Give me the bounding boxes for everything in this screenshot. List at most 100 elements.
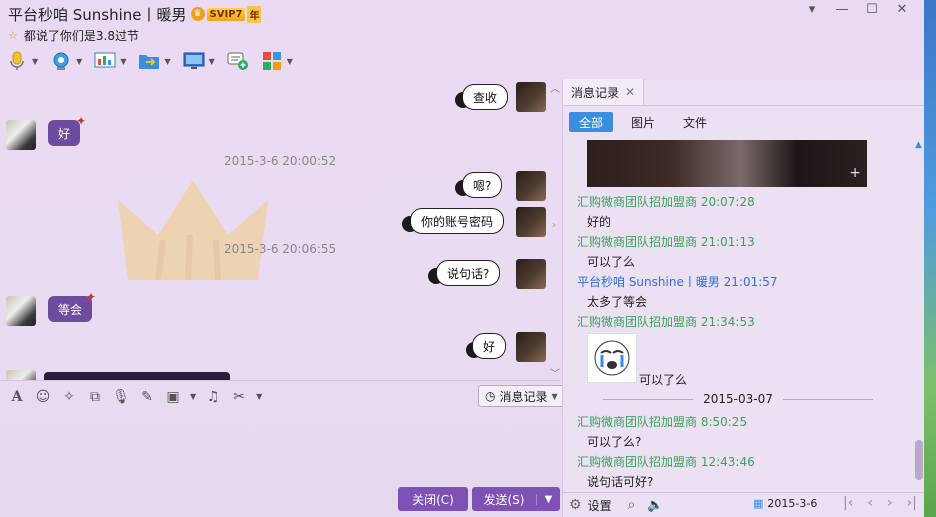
filter-images[interactable]: 图片 bbox=[621, 112, 665, 132]
first-page-icon[interactable]: |‹ bbox=[843, 495, 853, 511]
prev-page-icon[interactable]: ‹ bbox=[867, 495, 873, 511]
chevron-down-icon: ▼ bbox=[551, 391, 558, 401]
window-controls: ▾ — ☐ ✕ bbox=[804, 2, 910, 17]
message-bubble-outgoing[interactable]: 好 bbox=[472, 333, 507, 359]
send-options-icon[interactable]: ▼ bbox=[536, 493, 560, 505]
desktop-background bbox=[924, 0, 936, 517]
avatar[interactable] bbox=[516, 259, 546, 289]
message-bubble-incoming[interactable] bbox=[44, 372, 230, 380]
date-label: 2015-03-07 bbox=[703, 392, 773, 406]
message-input[interactable] bbox=[0, 412, 560, 486]
collapse-panel-icon[interactable]: › bbox=[552, 220, 560, 238]
avatar[interactable] bbox=[516, 82, 546, 112]
maximize-icon[interactable]: ☐ bbox=[864, 2, 880, 17]
history-tabbar: 消息记录 ✕ bbox=[563, 79, 924, 106]
avatar[interactable] bbox=[516, 171, 546, 201]
message-bubble-outgoing[interactable]: 查收 bbox=[462, 84, 509, 110]
send-label: 发送(S) bbox=[483, 492, 525, 507]
history-text: 说句话可好? bbox=[587, 475, 654, 489]
search-icon[interactable]: ⌕ bbox=[628, 497, 636, 513]
edit-icon[interactable]: ✎ bbox=[138, 388, 156, 406]
history-date-picker[interactable]: ▦ 2015-3-6 bbox=[753, 497, 817, 510]
history-sticker[interactable] bbox=[587, 333, 637, 383]
calendar-icon: ▦ bbox=[753, 497, 764, 510]
message-list[interactable]: 查收 好 ✦ 2015-3-6 20:00:52 嗯? 你的账号密码 2015-… bbox=[0, 80, 560, 380]
history-sender: 汇购微商团队招加盟商 20:07:28 bbox=[577, 195, 755, 209]
zoom-in-icon[interactable]: + bbox=[849, 165, 861, 181]
svip-badge[interactable]: ♛ SVIP7 年 bbox=[190, 5, 262, 23]
scroll-up-icon[interactable]: ▲ bbox=[915, 140, 922, 150]
close-icon[interactable]: ✕ bbox=[625, 85, 635, 99]
message-timestamp: 2015-3-6 20:00:52 bbox=[224, 154, 337, 168]
avatar[interactable] bbox=[6, 370, 36, 380]
history-filter: 全部 图片 文件 bbox=[569, 112, 717, 132]
remote-desktop-button[interactable]: ▼ bbox=[183, 49, 215, 73]
screenshot-icon[interactable]: ✂ bbox=[230, 388, 248, 406]
chevron-down-icon[interactable]: ▼ bbox=[256, 392, 262, 401]
chevron-down-icon: ▼ bbox=[208, 56, 215, 66]
rocket-icon: ✦ bbox=[86, 290, 97, 304]
rocket-icon: ✦ bbox=[76, 114, 87, 128]
divider-line bbox=[603, 398, 694, 400]
message-bubble-outgoing[interactable]: 嗯? bbox=[462, 172, 503, 198]
chat-window: 平台秒咱 Sunshine丨暖男 ♛ SVIP7 年 ▾ — ☐ ✕ ☆ 都说了… bbox=[0, 0, 925, 517]
dropdown-icon[interactable]: ▾ bbox=[804, 2, 820, 17]
screen-share-button[interactable]: ▼ bbox=[94, 49, 126, 73]
next-page-icon[interactable]: › bbox=[887, 495, 893, 511]
emoji-icon[interactable]: ☺ bbox=[34, 388, 52, 406]
divider-line bbox=[782, 398, 873, 400]
image-icon[interactable]: ▣ bbox=[164, 388, 182, 406]
message-bubble-outgoing[interactable]: 你的账号密码 bbox=[410, 208, 505, 234]
magic-icon[interactable]: ✧ bbox=[60, 388, 78, 406]
history-text: 可以了么 bbox=[639, 373, 688, 387]
send-button[interactable]: 发送(S) ▼ bbox=[472, 487, 560, 511]
top-toolbar: ▼ ▼ ▼ ▼ ▼ ▼ bbox=[6, 48, 293, 74]
gear-icon[interactable]: ⚙ bbox=[569, 497, 582, 513]
voice-message-icon[interactable]: 🎙 bbox=[112, 388, 130, 406]
webcam-icon bbox=[50, 50, 72, 72]
chevron-down-icon[interactable]: ▼ bbox=[190, 392, 196, 401]
scrollbar-thumb[interactable] bbox=[915, 440, 923, 480]
create-discussion-button[interactable] bbox=[227, 49, 249, 73]
video-call-button[interactable]: ▼ bbox=[50, 49, 82, 73]
avatar[interactable] bbox=[6, 296, 36, 326]
message-timestamp: 2015-3-6 20:06:55 bbox=[224, 242, 337, 256]
chevron-down-icon: ▼ bbox=[286, 56, 293, 66]
send-file-button[interactable]: ▼ bbox=[138, 49, 171, 73]
apps-button[interactable]: ▼ bbox=[261, 49, 293, 73]
message-history-button[interactable]: ◷ 消息记录 ▼ bbox=[478, 385, 565, 407]
voice-call-button[interactable]: ▼ bbox=[6, 49, 38, 73]
close-button[interactable]: 关闭(C) bbox=[398, 487, 468, 511]
history-pager: |‹ ‹ › ›| bbox=[843, 495, 917, 511]
folder-send-icon bbox=[138, 50, 160, 72]
filter-files[interactable]: 文件 bbox=[673, 112, 717, 132]
close-icon[interactable]: ✕ bbox=[894, 2, 910, 17]
window-title: 平台秒咱 Sunshine丨暖男 ♛ SVIP7 年 bbox=[8, 3, 262, 25]
history-list[interactable]: + 汇购微商团队招加盟商 20:07:28 好的 汇购微商团队招加盟商 21:0… bbox=[563, 140, 913, 492]
avatar[interactable] bbox=[516, 332, 546, 362]
apps-grid-icon bbox=[261, 50, 283, 72]
last-page-icon[interactable]: ›| bbox=[907, 495, 917, 511]
speaker-icon[interactable]: 🔈 bbox=[647, 498, 663, 513]
history-panel: 消息记录 ✕ 全部 图片 文件 + 汇购微商团队招加盟商 20:07:28 好的… bbox=[562, 79, 925, 517]
scroll-down-icon[interactable]: ﹀ bbox=[550, 365, 560, 380]
message-bubble-outgoing[interactable]: 说句话? bbox=[436, 260, 501, 286]
clock-icon: ◷ bbox=[485, 389, 496, 403]
avatar[interactable] bbox=[6, 120, 36, 150]
scroll-up-icon[interactable]: ︿ bbox=[550, 80, 560, 95]
minimize-icon[interactable]: — bbox=[834, 2, 850, 17]
svip-crown-icon: ♛ bbox=[190, 7, 205, 21]
filter-all[interactable]: 全部 bbox=[569, 112, 614, 132]
shake-icon[interactable]: ⧉ bbox=[86, 388, 104, 406]
tab-message-history[interactable]: 消息记录 ✕ bbox=[563, 79, 645, 105]
avatar[interactable] bbox=[516, 207, 546, 237]
settings-label[interactable]: 设置 bbox=[588, 497, 612, 514]
music-icon[interactable]: ♫ bbox=[204, 388, 222, 406]
chevron-down-icon: ▼ bbox=[164, 56, 171, 66]
history-image[interactable]: + bbox=[587, 140, 867, 187]
font-icon[interactable]: A bbox=[8, 388, 26, 406]
chevron-down-icon: ▼ bbox=[120, 56, 127, 66]
svip-year: 年 bbox=[247, 5, 262, 23]
history-sender: 汇购微商团队招加盟商 21:01:13 bbox=[577, 235, 755, 249]
microphone-icon bbox=[6, 50, 28, 72]
